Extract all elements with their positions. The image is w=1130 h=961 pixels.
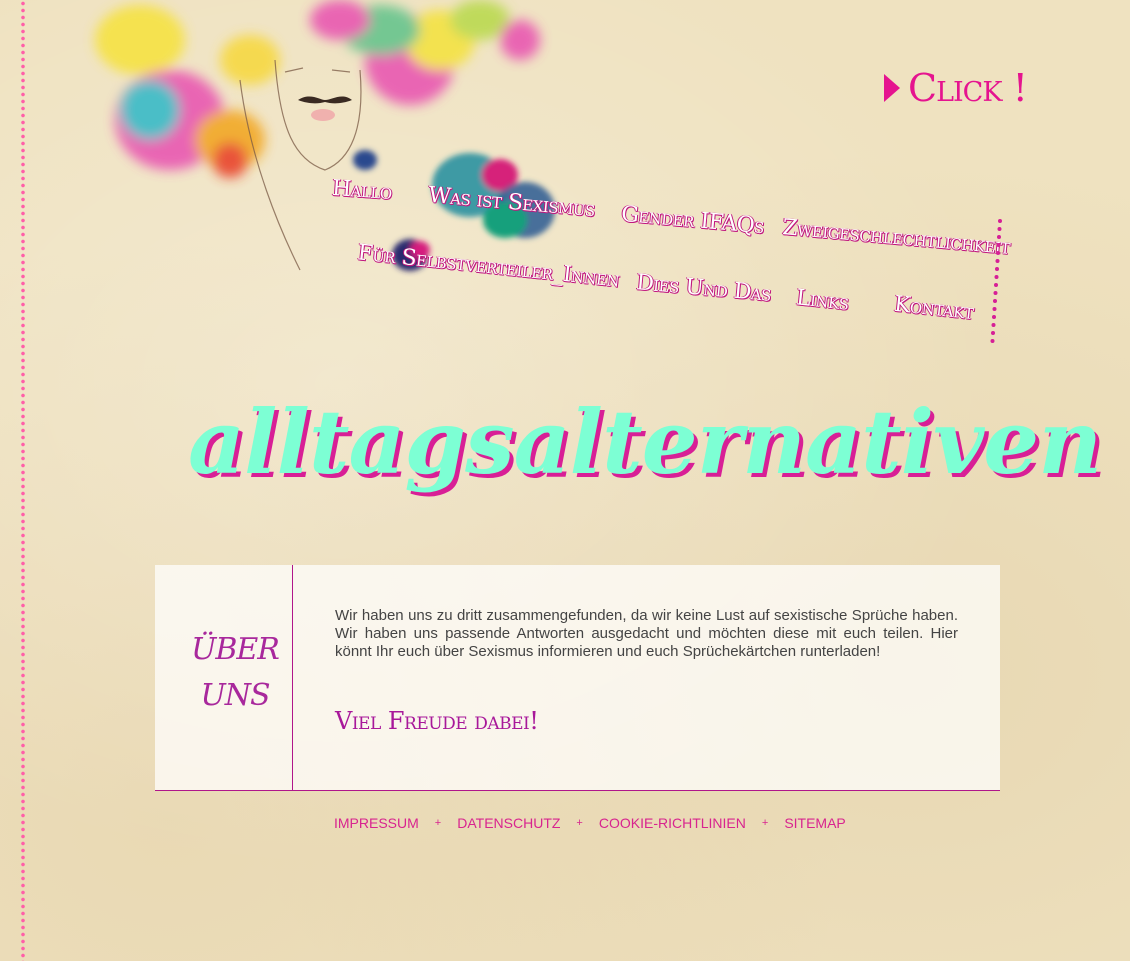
click-label: Click ! <box>908 66 1028 110</box>
nav-item-gender-ifaqs[interactable]: Gender IFAQs <box>620 202 765 239</box>
about-heading-line1: ÜBER <box>191 632 280 667</box>
vertical-divider <box>292 565 293 790</box>
about-heading: ÜBER UNS <box>185 627 285 719</box>
footer-link-datenschutz[interactable]: DATENSCHUTZ <box>457 815 560 831</box>
footer-link-impressum[interactable]: IMPRESSUM <box>334 815 419 831</box>
left-dotted-border <box>20 0 26 961</box>
about-section: ÜBER UNS Wir haben uns zu dritt zusammen… <box>155 565 1000 791</box>
footer-separator: + <box>434 817 442 829</box>
nav-item-hallo[interactable]: Hallo <box>331 176 392 205</box>
watercolor-portrait-illustration <box>95 0 555 271</box>
nav-dotted-line <box>990 219 1002 343</box>
site-title[interactable]: alltagsalternativen <box>188 390 1102 494</box>
about-cta: Viel Freude dabei! <box>335 707 539 735</box>
nav-item-zweigeschlechtlichkeit[interactable]: Zweigeschlechtlichkeit <box>781 215 1011 260</box>
nav-item-dies-und-das[interactable]: Dies Und Das <box>635 270 772 307</box>
footer-separator: + <box>761 817 769 829</box>
footer-link-sitemap[interactable]: SITEMAP <box>784 815 845 831</box>
footer-link-cookie-richtlinien[interactable]: COOKIE-RICHTLINIEN <box>599 815 746 831</box>
nav-item-links[interactable]: Links <box>795 285 850 315</box>
footer-separator: + <box>576 817 583 829</box>
click-link[interactable]: Click ! <box>884 66 1028 110</box>
footer-links: IMPRESSUM + DATENSCHUTZ + COOKIE-RICHTLI… <box>334 815 846 831</box>
nav-item-kontakt[interactable]: Kontakt <box>893 292 975 325</box>
about-heading-line2: UNS <box>200 678 270 713</box>
triangle-right-icon <box>884 74 900 102</box>
about-text: Wir haben uns zu dritt zusammengefunden,… <box>335 607 958 660</box>
